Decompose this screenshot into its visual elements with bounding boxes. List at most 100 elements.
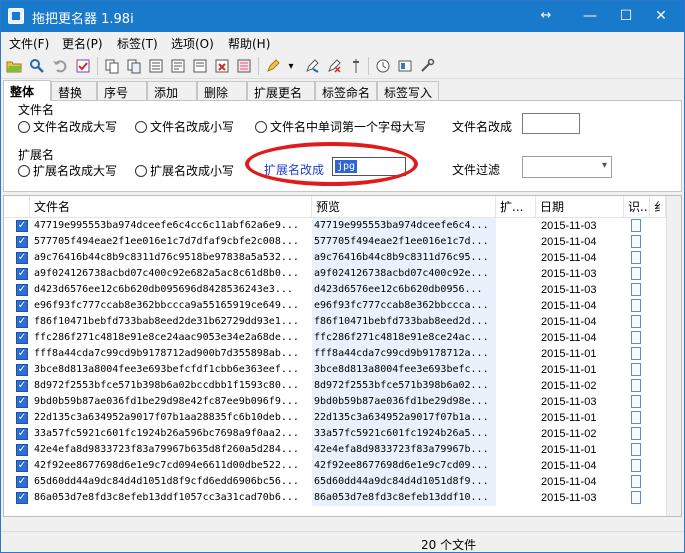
row-checkbox[interactable]: ✓ bbox=[16, 236, 28, 248]
table-row[interactable]: ✓ 65d60dd44a9dc84d4d1051d8f9cfd6edd6906bc… bbox=[4, 474, 681, 490]
menu-file[interactable]: 文件(F) bbox=[9, 35, 49, 52]
table-row[interactable]: ✓ d423d6576ee12c6b620db095696d8428536243e… bbox=[4, 282, 681, 298]
tab-sequence[interactable]: 序号 bbox=[97, 81, 147, 100]
resize-icon[interactable]: ↔ bbox=[531, 1, 561, 32]
table-row[interactable]: ✓ f86f10471bebfd733bab8eed2de31b62729dd93… bbox=[4, 314, 681, 330]
table-row[interactable]: ✓ 577705f494eae2f1ee016e1c7d7dfaf9cbfe2c0… bbox=[4, 234, 681, 250]
row-checkbox[interactable]: ✓ bbox=[16, 220, 28, 232]
row-checkbox[interactable]: ✓ bbox=[16, 428, 28, 440]
column-header-filename[interactable]: 文件名 bbox=[30, 196, 312, 218]
table-row[interactable]: ✓ 33a57fc5921c601fc1924b26a596bc7698a9f0a… bbox=[4, 426, 681, 442]
row-checkbox[interactable]: ✓ bbox=[16, 268, 28, 280]
radio-filename-title-case[interactable]: 文件名中单词第一个字母大写 bbox=[255, 118, 426, 135]
tab-tag-write[interactable]: 标签写入 bbox=[377, 81, 439, 100]
pin-icon[interactable] bbox=[347, 57, 365, 75]
cell-date: 2015-11-01 bbox=[541, 412, 597, 424]
table-row[interactable]: ✓ 42e4efa8d9833723f83a79967b635d8f260a5d2… bbox=[4, 442, 681, 458]
row-checkbox[interactable]: ✓ bbox=[16, 492, 28, 504]
app-icon bbox=[8, 8, 24, 24]
list-icon[interactable] bbox=[147, 57, 165, 75]
row-checkbox[interactable]: ✓ bbox=[16, 300, 28, 312]
table-row[interactable]: ✓ 22d135c3a634952a9017f07b1aa28835fc6b10d… bbox=[4, 410, 681, 426]
search-icon[interactable] bbox=[28, 57, 46, 75]
tab-delete[interactable]: 删除 bbox=[197, 81, 247, 100]
table-row[interactable]: ✓ e96f93fc777ccab8e362bbccca9a55165919ce6… bbox=[4, 298, 681, 314]
row-checkbox[interactable]: ✓ bbox=[16, 316, 28, 328]
checkbox-icon[interactable] bbox=[74, 57, 92, 75]
row-checkbox[interactable]: ✓ bbox=[16, 252, 28, 264]
row-checkbox[interactable]: ✓ bbox=[16, 364, 28, 376]
menu-tags[interactable]: 标签(T) bbox=[117, 35, 158, 52]
radio-extension-upper[interactable]: 扩展名改成大写 bbox=[18, 162, 117, 179]
table-row[interactable]: ✓ 9bd0b59b87ae036fd1be29d98e42fc87ee9b096… bbox=[4, 394, 681, 410]
title-bar[interactable]: 拖把更名器 1.98i ↔ — ☐ ✕ bbox=[1, 1, 684, 32]
save-pink-icon[interactable] bbox=[235, 57, 253, 75]
radio-extension-lower[interactable]: 扩展名改成小写 bbox=[135, 162, 234, 179]
extension-change-input[interactable]: jpg bbox=[332, 157, 406, 176]
row-checkbox[interactable]: ✓ bbox=[16, 476, 28, 488]
column-header-id[interactable]: 识... bbox=[624, 196, 650, 218]
rename-icon[interactable] bbox=[303, 57, 321, 75]
table-row[interactable]: ✓ a9f024126738acbd07c400c92e682a5ac8c61d8… bbox=[4, 266, 681, 282]
row-checkbox[interactable]: ✓ bbox=[16, 332, 28, 344]
file-icon bbox=[631, 490, 645, 506]
cell-filename: 8d972f2553bfce571b398b6a02bccdbb1f1593c8… bbox=[34, 380, 299, 391]
row-checkbox[interactable]: ✓ bbox=[16, 412, 28, 424]
cell-filename: 42f92ee8677698d6e1e9c7cd094e6611d00dbe52… bbox=[34, 460, 299, 471]
tab-overall[interactable]: 整体 bbox=[3, 80, 51, 101]
save-red-icon[interactable] bbox=[213, 57, 231, 75]
cell-filename: 577705f494eae2f1ee016e1c7d7dfaf9cbfe2c00… bbox=[34, 236, 299, 247]
row-checkbox[interactable]: ✓ bbox=[16, 380, 28, 392]
radio-filename-upper[interactable]: 文件名改成大写 bbox=[18, 118, 117, 135]
file-icon bbox=[631, 458, 645, 474]
file-icon bbox=[631, 218, 645, 234]
row-checkbox[interactable]: ✓ bbox=[16, 396, 28, 408]
cell-preview: f86f10471bebfd733bab8eed2d... bbox=[312, 314, 496, 330]
table-row[interactable]: ✓ a9c76416b44c8b9c8311d76c9518be97838a5a5… bbox=[4, 250, 681, 266]
table-row[interactable]: ✓ fff8a44cda7c99cd9b9178712ad900b7d355898… bbox=[4, 346, 681, 362]
column-header-preview[interactable]: 预览 bbox=[312, 196, 496, 218]
paste-icon[interactable] bbox=[125, 57, 143, 75]
table-row[interactable]: ✓ 8d972f2553bfce571b398b6a02bccdbb1f1593c… bbox=[4, 378, 681, 394]
radio-filename-lower[interactable]: 文件名改成小写 bbox=[135, 118, 234, 135]
menu-bar: 文件(F) 更名(P) 标签(T) 选项(O) 帮助(H) bbox=[1, 32, 684, 53]
row-checkbox[interactable]: ✓ bbox=[16, 444, 28, 456]
copy-icon[interactable] bbox=[103, 57, 121, 75]
file-table[interactable]: 文件名 预览 扩... 日期 识... 纟 ✓ 47719e995553ba974… bbox=[3, 195, 682, 517]
menu-options[interactable]: 选项(O) bbox=[171, 35, 214, 52]
cell-date: 2015-11-03 bbox=[541, 284, 597, 296]
tab-extension-rename[interactable]: 扩展更名 bbox=[247, 81, 315, 100]
cell-date: 2015-11-04 bbox=[541, 252, 597, 264]
vertical-scrollbar[interactable] bbox=[666, 196, 681, 516]
row-checkbox[interactable]: ✓ bbox=[16, 460, 28, 472]
column-header-extension[interactable]: 扩... bbox=[496, 196, 536, 218]
clear-icon[interactable] bbox=[325, 57, 343, 75]
tab-replace[interactable]: 替换 bbox=[51, 81, 97, 100]
tab-add[interactable]: 添加 bbox=[147, 81, 197, 100]
menu-help[interactable]: 帮助(H) bbox=[228, 35, 270, 52]
table-row[interactable]: ✓ 86a053d7e8fd3c8efeb13ddf1057cc3a31cad70… bbox=[4, 490, 681, 506]
table-row[interactable]: ✓ ffc286f271c4818e91e8ce24aac9053e34e2a68… bbox=[4, 330, 681, 346]
import-icon[interactable] bbox=[191, 57, 209, 75]
export-icon[interactable] bbox=[169, 57, 187, 75]
file-filter-dropdown[interactable]: ▾ bbox=[522, 156, 612, 178]
dropdown-arrow-icon[interactable]: ▾ bbox=[285, 57, 297, 75]
close-button[interactable]: ✕ bbox=[638, 1, 684, 32]
table-row[interactable]: ✓ 42f92ee8677698d6e1e9c7cd094e6611d00dbe5… bbox=[4, 458, 681, 474]
open-folder-icon[interactable] bbox=[5, 57, 23, 75]
image-icon[interactable] bbox=[396, 57, 414, 75]
file-icon bbox=[631, 442, 645, 458]
column-header-date[interactable]: 日期 bbox=[536, 196, 624, 218]
tab-tag-naming[interactable]: 标签命名 bbox=[315, 81, 377, 100]
row-checkbox[interactable]: ✓ bbox=[16, 348, 28, 360]
pencil-icon[interactable] bbox=[264, 57, 282, 75]
row-checkbox[interactable]: ✓ bbox=[16, 284, 28, 296]
menu-rename[interactable]: 更名(P) bbox=[62, 35, 103, 52]
column-header-extra[interactable]: 纟 bbox=[650, 196, 666, 218]
table-row[interactable]: ✓ 3bce8d813a8004fee3e693befcfdf1cbb6e363e… bbox=[4, 362, 681, 378]
table-row[interactable]: ✓ 47719e995553ba974dceefe6c4cc6c11abf62a6… bbox=[4, 218, 681, 234]
tools-icon[interactable] bbox=[418, 57, 436, 75]
clock-icon[interactable] bbox=[374, 57, 392, 75]
filename-change-input[interactable] bbox=[522, 113, 580, 134]
undo-icon[interactable] bbox=[51, 57, 69, 75]
